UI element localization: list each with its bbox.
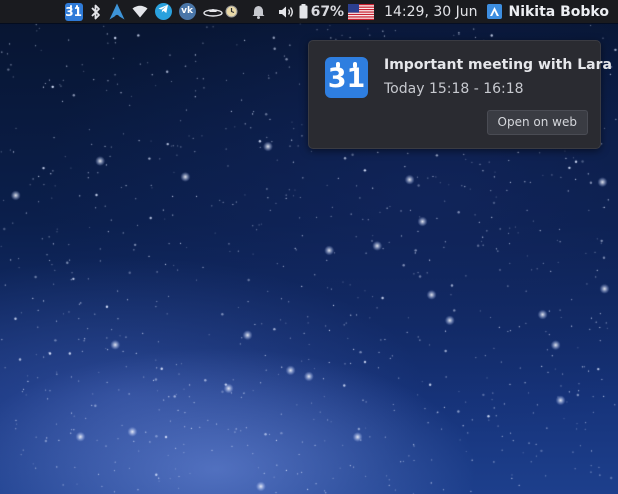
wifi-icon[interactable] xyxy=(132,0,148,23)
bluetooth-icon[interactable] xyxy=(90,0,102,23)
calendar-tray-icon[interactable]: 31 xyxy=(64,0,83,23)
battery-percentage: 67% xyxy=(310,3,345,20)
notification-popup[interactable]: 31 Important meeting with Lara Today 15:… xyxy=(308,40,612,149)
calendar-icon: 31 xyxy=(325,57,368,98)
notification-time: Today 15:18 - 16:18 xyxy=(384,81,524,97)
user-name: Nikita Bobko xyxy=(508,3,609,20)
volume-icon[interactable] xyxy=(278,0,294,23)
open-on-web-button[interactable]: Open on web xyxy=(486,110,588,135)
vk-icon[interactable]: vk xyxy=(178,0,196,23)
battery-icon[interactable] xyxy=(299,0,308,23)
calendar-icon: 31 xyxy=(64,2,83,21)
telegram-icon[interactable] xyxy=(154,0,172,23)
satellite-icon[interactable] xyxy=(202,0,223,23)
user-menu[interactable]: Nikita Bobko xyxy=(487,4,609,20)
notification-bell-icon[interactable] xyxy=(252,0,265,23)
top-panel: 31 vk 67% 14:29, 30 Jun Nikita Bobko xyxy=(0,0,618,23)
clock-text[interactable]: 14:29, 30 Jun xyxy=(384,4,477,20)
notification-title: Important meeting with Lara xyxy=(384,57,612,73)
user-avatar-icon xyxy=(487,4,503,19)
clock-icon[interactable] xyxy=(225,0,238,23)
us-flag-icon[interactable] xyxy=(348,3,375,20)
arch-linux-icon[interactable] xyxy=(109,0,125,23)
